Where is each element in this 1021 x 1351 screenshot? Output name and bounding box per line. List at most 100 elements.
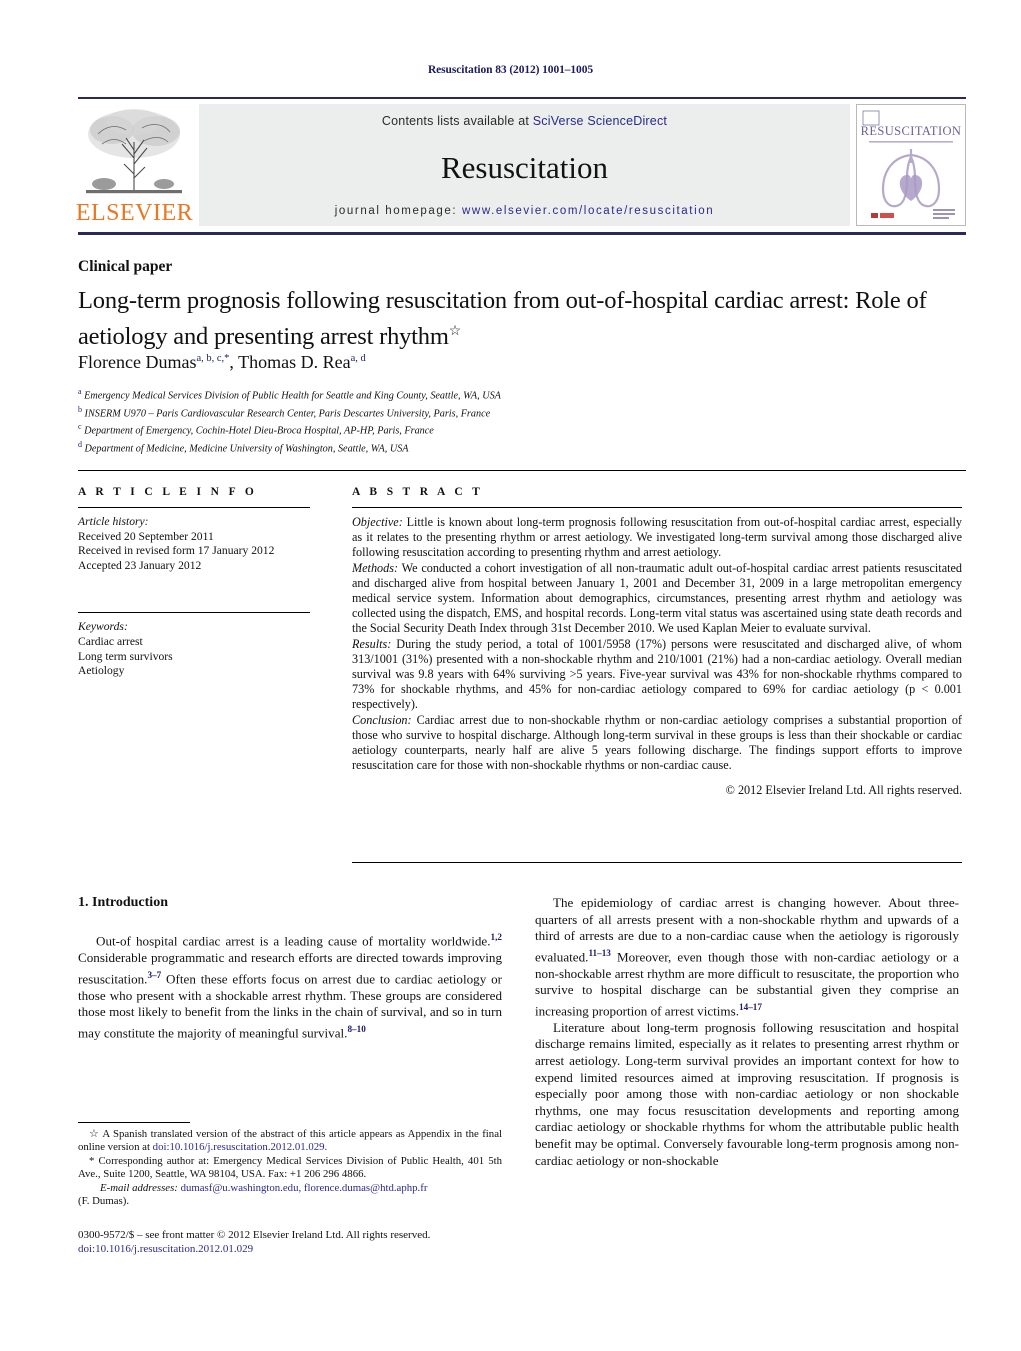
author-name: Florence Dumas	[78, 352, 197, 372]
email-label: E-mail addresses:	[100, 1181, 178, 1194]
footnote-star-marker: ☆	[89, 1128, 100, 1140]
affiliation-label: d	[78, 439, 82, 449]
elsevier-tree-icon	[86, 109, 182, 194]
sciencedirect-link[interactable]: SciVerse ScienceDirect	[533, 114, 667, 128]
abstract-copyright: © 2012 Elsevier Ireland Ltd. All rights …	[725, 783, 962, 798]
affiliation-label: c	[78, 422, 82, 432]
citation-ref[interactable]: 14–17	[739, 1002, 762, 1012]
citation-ref[interactable]: 1,2	[491, 932, 502, 942]
affiliation-item: d Department of Medicine, Medicine Unive…	[78, 438, 958, 456]
author-name: Thomas D. Rea	[238, 352, 351, 372]
history-item: Received in revised form 17 January 2012	[78, 544, 275, 558]
author-list: Florence Dumasa, b, c,*, Thomas D. Reaa,…	[78, 352, 366, 372]
issn-front-matter: 0300-9572/$ – see front matter © 2012 El…	[78, 1229, 431, 1241]
abstract-results: Results: During the study period, a tota…	[352, 637, 962, 713]
history-item: Received 20 September 2011	[78, 529, 214, 543]
page-title: Long-term prognosis following resuscitat…	[78, 285, 958, 352]
abstract-heading: A B S T R A C T	[352, 486, 484, 498]
email-attribution: (F. Dumas).	[78, 1195, 130, 1208]
abstract-body: Objective: Little is known about long-te…	[352, 515, 962, 773]
cover-artwork-icon: RESUSCITATION	[857, 105, 965, 225]
abstract-objective-label: Objective:	[352, 515, 403, 529]
journal-title: Resuscitation	[440, 150, 609, 185]
abstract-bottom-rule	[352, 862, 962, 863]
affiliation-text: Department of Medicine, Medicine Univers…	[84, 443, 409, 455]
abstract-rule	[352, 507, 962, 508]
abstract-objective-text: Little is known about long-term prognosi…	[352, 515, 962, 560]
abstract-top-rule	[78, 470, 966, 471]
article-page: Resuscitation 83 (2012) 1001–1005 ELSEVI…	[0, 0, 1021, 1351]
abstract-methods: Methods: We conducted a cohort investiga…	[352, 561, 962, 637]
journal-homepage-line: journal homepage: www.elsevier.com/locat…	[335, 205, 715, 217]
article-info-heading: A R T I C L E I N F O	[78, 486, 258, 498]
article-info-column: A R T I C L E I N F O Article history: R…	[78, 486, 310, 679]
affiliation-label: a	[78, 387, 82, 396]
imprint-doi[interactable]: doi:10.1016/j.resuscitation.2012.01.029	[78, 1242, 558, 1256]
abstract-conclusion-text: Cardiac arrest due to non-shockable rhyt…	[352, 712, 962, 773]
citation-ref[interactable]: 3–7	[147, 970, 161, 980]
citation-ref[interactable]: 8–10	[347, 1024, 365, 1034]
author-affil-marks: a, d	[350, 353, 366, 364]
paragraph: The epidemiology of cardiac arrest is ch…	[535, 895, 959, 1019]
affiliation-text: Emergency Medical Services Division of P…	[84, 390, 501, 402]
affiliation-text: INSERM U970 – Paris Cardiovascular Resea…	[84, 407, 491, 419]
abstract-methods-label: Methods:	[352, 560, 399, 575]
article-history-label: Article history:	[78, 515, 149, 528]
svg-text:RESUSCITATION: RESUSCITATION	[861, 124, 962, 138]
keyword-item: Aetiology	[78, 664, 125, 678]
journal-cover-thumbnail: RESUSCITATION	[856, 104, 966, 226]
running-head: Resuscitation 83 (2012) 1001–1005	[427, 64, 594, 76]
footnote-block: ☆ A Spanish translated version of the ab…	[78, 1128, 502, 1208]
footnote-emails: E-mail addresses: dumasf@u.washington.ed…	[78, 1182, 502, 1209]
abstract-results-text: During the study period, a total of 1001…	[352, 636, 962, 712]
email-addresses-link[interactable]: dumasf@u.washington.edu, florence.dumas@…	[178, 1182, 428, 1194]
footnote-star: ☆ A Spanish translated version of the ab…	[78, 1128, 502, 1155]
masthead-top-rule	[78, 97, 966, 99]
paragraph: Out-of hospital cardiac arrest is a lead…	[78, 932, 502, 1041]
title-text: Long-term prognosis following resuscitat…	[78, 287, 927, 351]
abstract-conclusion: Conclusion: Cardiac arrest due to non-sh…	[352, 713, 962, 774]
elsevier-wordmark: ELSEVIER	[75, 200, 194, 226]
imprint-block: 0300-9572/$ – see front matter © 2012 El…	[78, 1228, 558, 1256]
footnote-separator-rule	[78, 1122, 190, 1123]
keyword-item: Long term survivors	[78, 649, 173, 663]
homepage-url-link[interactable]: www.elsevier.com/locate/resuscitation	[462, 205, 714, 217]
footnote-corresponding-author: * Corresponding author at: Emergency Med…	[78, 1155, 502, 1182]
abstract-results-label: Results:	[352, 636, 392, 651]
article-section-type: Clinical paper	[78, 258, 173, 275]
affiliation-item: c Department of Emergency, Cochin-Hotel …	[78, 420, 958, 438]
elsevier-logo: ELSEVIER	[75, 104, 194, 226]
body-column-right: The epidemiology of cardiac arrest is ch…	[535, 895, 959, 1169]
history-item: Accepted 23 January 2012	[78, 558, 202, 572]
body-column-left: 1. Introduction Out-of hospital cardiac …	[78, 895, 502, 1042]
title-footnote-marker: ☆	[448, 324, 462, 339]
abstract-objective: Objective: Little is known about long-te…	[352, 515, 962, 561]
abstract-methods-text: We conducted a cohort investigation of a…	[352, 560, 962, 636]
author-affil-marks: a, b, c,*	[196, 353, 230, 364]
masthead-bottom-rule	[78, 232, 966, 235]
abstract-conclusion-label: Conclusion:	[352, 712, 412, 727]
footnote-doi-link[interactable]: doi:10.1016/j.resuscitation.2012.01.029.	[153, 1141, 328, 1153]
affiliation-list: a Emergency Medical Services Division of…	[78, 385, 958, 455]
affiliation-text: Department of Emergency, Cochin-Hotel Di…	[84, 425, 434, 437]
keywords-block: Keywords: Cardiac arrest Long term survi…	[78, 620, 310, 678]
abstract-column: A B S T R A C T Objective: Little is kno…	[352, 486, 962, 798]
keywords-label: Keywords:	[78, 620, 128, 634]
contents-prefix: Contents lists available at	[381, 114, 533, 128]
article-history-block: Article history: Received 20 September 2…	[78, 515, 310, 573]
journal-masthead: ELSEVIER Contents lists available at Sci…	[75, 97, 966, 235]
keywords-rule	[78, 612, 310, 614]
contents-list-line: Contents lists available at SciVerse Sci…	[382, 114, 667, 128]
affiliation-item: a Emergency Medical Services Division of…	[78, 385, 958, 403]
section-heading-introduction: 1. Introduction	[78, 895, 168, 910]
homepage-prefix: journal homepage:	[334, 205, 463, 217]
keyword-item: Cardiac arrest	[78, 634, 143, 648]
affiliation-item: b INSERM U970 – Paris Cardiovascular Res…	[78, 403, 958, 421]
citation-ref[interactable]: 11–13	[588, 948, 610, 958]
paragraph: Literature about long-term prognosis fol…	[535, 1019, 959, 1168]
corresponding-text: Corresponding author at: Emergency Medic…	[78, 1154, 502, 1181]
masthead-center: Contents lists available at SciVerse Sci…	[199, 104, 850, 226]
affiliation-label: b	[78, 404, 82, 414]
introduction-left-text: Out-of hospital cardiac arrest is a lead…	[78, 929, 502, 1042]
